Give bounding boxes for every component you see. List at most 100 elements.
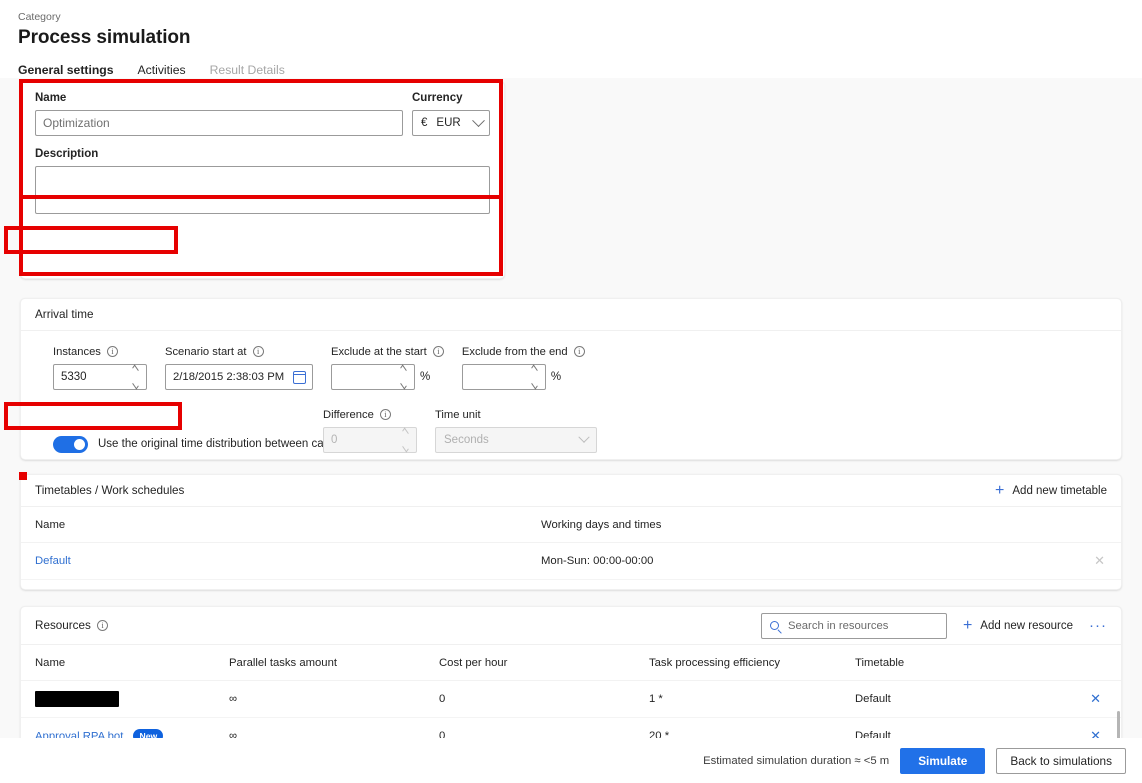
info-icon[interactable]: i (107, 346, 118, 357)
scenario-start-field-group: Scenario start at i 2/18/2015 2:38:03 PM (165, 345, 313, 390)
arrival-time-title: Arrival time (35, 308, 94, 321)
resources-header: Resources i + Add new resource ··· (21, 607, 1121, 645)
info-icon[interactable]: i (573, 346, 585, 357)
column-header-cost-per-hour: Cost per hour (439, 645, 649, 681)
exclude-end-label: Exclude from the end i (462, 345, 585, 360)
close-icon[interactable]: ✕ (1094, 553, 1105, 568)
arrival-time-card: Arrival time Instances i 5330 Scenario s… (20, 298, 1122, 460)
resource-remove-cell: ✕ (1055, 680, 1121, 718)
timetables-header: Timetables / Work schedules + Add new ti… (21, 475, 1121, 507)
instances-value: 5330 (61, 371, 87, 383)
resource-name-cell (21, 680, 229, 718)
spinner-arrows[interactable] (129, 364, 142, 390)
calendar-icon[interactable] (293, 371, 306, 384)
spinner-up-icon[interactable] (531, 364, 538, 374)
close-icon[interactable]: ✕ (1090, 691, 1101, 706)
page-title: Process simulation (18, 27, 191, 48)
difference-field-group: Difference i 0 (323, 408, 417, 453)
exclude-end-unit: % (550, 371, 562, 383)
redacted-name (35, 691, 119, 707)
difference-spinner: 0 (323, 427, 417, 453)
spinner-down-icon[interactable] (132, 380, 139, 390)
currency-symbol: € (421, 117, 428, 129)
add-new-resource-label: Add new resource (980, 619, 1073, 632)
name-input[interactable] (35, 110, 403, 136)
toggle-knob (74, 439, 85, 450)
spinner-up-icon[interactable] (132, 364, 139, 374)
chevron-down-icon (578, 431, 590, 443)
spinner-arrows[interactable] (528, 364, 541, 390)
original-distribution-label: Use the original time distribution betwe… (98, 438, 342, 450)
column-header-working-days: Working days and times (541, 507, 1061, 543)
info-icon[interactable]: i (252, 346, 264, 357)
simulate-button[interactable]: Simulate (900, 747, 986, 774)
time-unit-dropdown: Seconds (435, 427, 597, 453)
page-footer: Estimated simulation duration ≈ <5 m Sim… (0, 738, 1142, 783)
column-header-actions (1055, 645, 1121, 681)
time-unit-field-group: Time unit Seconds (435, 408, 597, 453)
resources-title: Resources i (35, 619, 109, 632)
general-settings-card: Name Currency € EUR Description (20, 81, 505, 279)
info-icon[interactable]: i (97, 620, 109, 631)
resource-parallel-cell: ∞ (229, 680, 439, 718)
name-field-group: Name (35, 90, 403, 136)
instances-spinner[interactable]: 5330 (53, 364, 147, 390)
resource-timetable-cell: Default (855, 680, 1055, 718)
exclude-start-label: Exclude at the start i (331, 345, 444, 360)
search-icon (769, 621, 779, 630)
spinner-down-icon[interactable] (531, 380, 538, 390)
difference-value: 0 (331, 434, 338, 446)
exclude-start-spinner[interactable] (331, 364, 415, 390)
currency-label: Currency (412, 92, 463, 104)
table-header-row: Name Working days and times (21, 507, 1121, 543)
add-new-resource-button[interactable]: + Add new resource (963, 617, 1073, 633)
column-header-actions (1061, 507, 1121, 543)
arrival-time-inputs-row: Instances i 5330 Scenario start at i 2/1… (21, 331, 1121, 390)
spinner-up-icon[interactable] (400, 364, 407, 374)
time-unit-label: Time unit (435, 409, 481, 421)
table-row: ∞ 0 1 * Default ✕ (21, 680, 1121, 718)
info-icon[interactable]: i (379, 409, 391, 420)
currency-dropdown[interactable]: € EUR (412, 110, 490, 136)
scenario-start-input[interactable]: 2/18/2015 2:38:03 PM (165, 364, 313, 390)
back-to-simulations-button[interactable]: Back to simulations (996, 747, 1126, 774)
exclude-end-spinner[interactable] (461, 364, 546, 390)
resource-efficiency-cell: 1 * (649, 680, 855, 718)
scenario-start-label: Scenario start at i (165, 345, 313, 360)
tab-result-details-label: Result Details (209, 63, 285, 77)
currency-field-group: Currency € EUR (412, 90, 490, 136)
plus-icon: + (995, 481, 1005, 499)
difference-label: Difference i (323, 408, 417, 423)
add-new-timetable-label: Add new timetable (1012, 484, 1107, 497)
description-label: Description (35, 148, 99, 160)
currency-value: EUR (436, 117, 461, 129)
arrival-time-header: Arrival time (21, 299, 1121, 331)
chevron-down-icon (472, 113, 485, 127)
info-icon[interactable]: i (432, 346, 444, 357)
column-header-name: Name (21, 645, 229, 681)
search-input[interactable] (785, 618, 938, 633)
arrival-time-distribution-row: Use the original time distribution betwe… (21, 390, 1121, 453)
table-header-row: Name Parallel tasks amount Cost per hour… (21, 645, 1121, 681)
table-row: Default Mon-Sun: 00:00-00:00 ✕ (21, 542, 1121, 580)
scenario-start-value: 2/18/2015 2:38:03 PM (173, 371, 285, 383)
more-options-icon[interactable]: ··· (1089, 618, 1107, 633)
exclude-end-field-group: Exclude from the end i % (461, 345, 585, 390)
timetables-title: Timetables / Work schedules (35, 484, 185, 497)
original-distribution-toggle[interactable] (53, 436, 88, 453)
add-new-timetable-button[interactable]: + Add new timetable (995, 481, 1107, 499)
page-body: Name Currency € EUR Description (0, 78, 1142, 783)
description-textarea[interactable] (35, 166, 490, 214)
exclude-start-field-group: Exclude at the start i % (331, 345, 444, 390)
spinner-down-icon[interactable] (400, 380, 407, 390)
timetables-card: Timetables / Work schedules + Add new ti… (20, 474, 1122, 590)
exclude-start-unit: % (420, 371, 431, 383)
timetable-name-link[interactable]: Default (35, 555, 71, 567)
instances-label: Instances i (53, 345, 147, 360)
name-label: Name (35, 92, 67, 104)
description-field-group: Description (35, 146, 490, 219)
spinner-arrows[interactable] (397, 364, 410, 390)
resources-search-box[interactable] (760, 612, 947, 639)
process-simulation-page: Category Process simulation General sett… (0, 0, 1142, 783)
tab-general-settings-label: General settings (18, 63, 114, 77)
